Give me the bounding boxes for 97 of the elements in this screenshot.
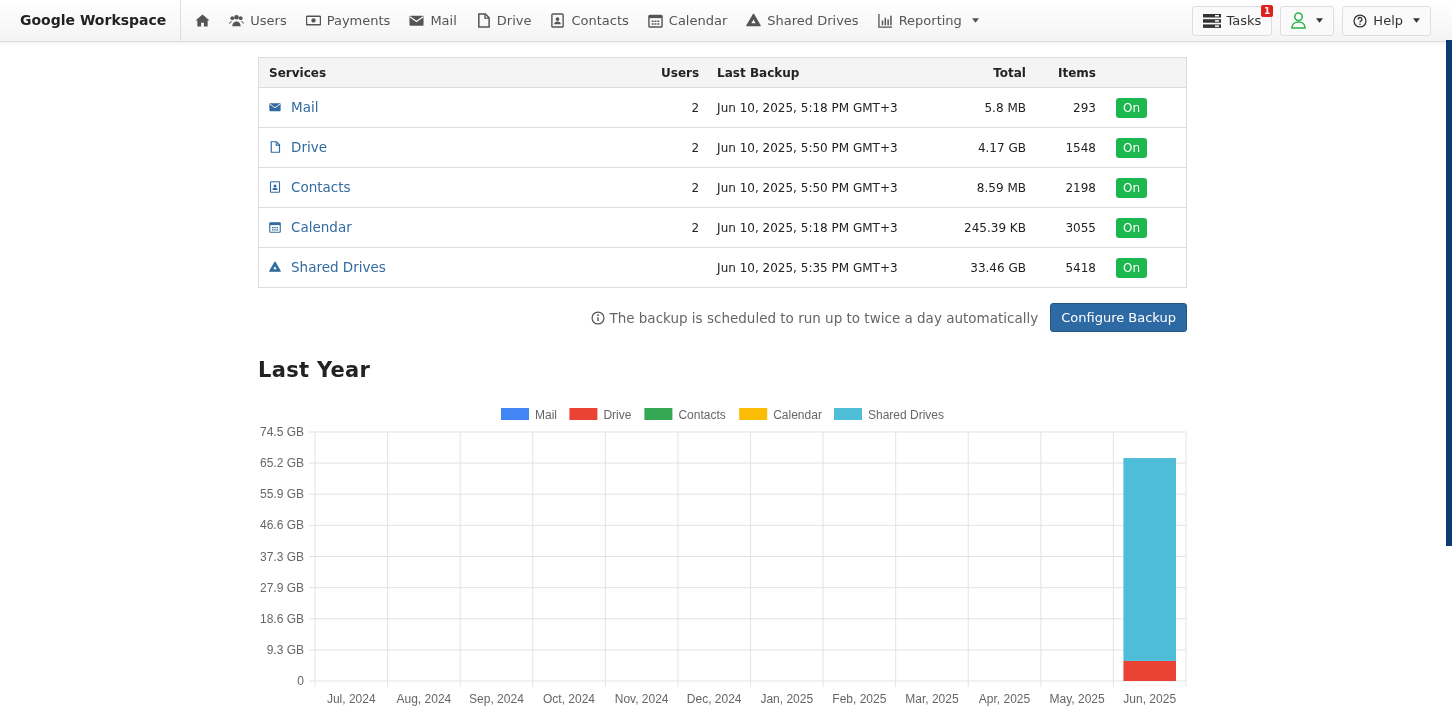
legend-label: Shared Drives — [868, 407, 945, 422]
x-axis-label: Oct, 2024 — [543, 692, 596, 706]
server-stack-icon — [1202, 13, 1221, 28]
nav-link[interactable]: Shared Drives — [746, 13, 859, 28]
user-menu-button[interactable] — [1280, 5, 1335, 36]
legend-label: Contacts — [678, 407, 726, 422]
schedule-note: The backup is scheduled to run up to twice a day automatically — [609, 309, 1039, 326]
nav-link[interactable]: Mail — [409, 13, 457, 28]
nav-link[interactable]: Reporting — [877, 13, 979, 28]
contact-card-icon — [550, 13, 566, 28]
table-cell: 2 — [639, 87, 710, 128]
user-icon — [1291, 12, 1307, 29]
x-axis-label: Nov, 2024 — [614, 692, 669, 706]
y-axis-label: 46.6 GB — [259, 518, 304, 533]
table-cell: Jun 10, 2025, 5:35 PM GMT+3 — [709, 247, 938, 288]
table-cell: 5418 — [1035, 247, 1106, 288]
brand-title[interactable]: Google Workspace — [0, 0, 182, 41]
table-cell: 2 — [639, 167, 710, 208]
table-cell: Jun 10, 2025, 5:18 PM GMT+3 — [709, 87, 938, 128]
configure-backup-button[interactable]: Configure Backup — [1050, 303, 1187, 332]
table-cell: 2 — [639, 207, 710, 248]
x-axis-label: May, 2025 — [1049, 692, 1105, 706]
y-axis-label: 18.6 GB — [259, 611, 304, 626]
calendar-icon — [647, 13, 663, 28]
column-header: Users — [639, 57, 710, 88]
bar-chart-icon — [877, 13, 893, 28]
triangle-icon — [269, 261, 281, 273]
x-axis-label: Apr, 2025 — [978, 692, 1031, 706]
legend-item[interactable]: Calendar — [739, 407, 822, 422]
nav-link[interactable]: Drive — [475, 13, 532, 28]
triangle-icon — [746, 13, 762, 28]
table-cell: 1548 — [1035, 127, 1106, 168]
caret-icon — [1316, 18, 1324, 23]
legend-item[interactable]: Mail — [501, 407, 557, 422]
home-icon — [195, 13, 211, 28]
legend-item[interactable]: Drive — [569, 407, 632, 422]
nav-link[interactable]: Payments — [305, 13, 391, 28]
table-cell: Jun 10, 2025, 5:18 PM GMT+3 — [709, 207, 938, 248]
envelope-icon — [409, 13, 425, 28]
y-axis-label: 65.2 GB — [259, 456, 304, 471]
service-link[interactable]: Contacts — [269, 179, 351, 195]
help-button[interactable]: Help — [1342, 5, 1431, 36]
calendar-icon — [269, 221, 281, 233]
contact-card-icon — [269, 181, 281, 193]
nav-link[interactable]: Contacts — [550, 13, 629, 28]
banknote-icon — [305, 13, 321, 28]
envelope-icon — [269, 101, 281, 113]
table-cell: 3055 — [1035, 207, 1106, 248]
legend-label: Mail — [535, 407, 558, 422]
x-axis-label: Jul, 2024 — [326, 692, 376, 706]
x-axis-label: Aug, 2024 — [396, 692, 452, 706]
x-axis-label: Mar, 2025 — [905, 692, 959, 706]
column-header: Items — [1035, 57, 1106, 88]
x-axis-label: Sep, 2024 — [469, 692, 524, 706]
table-cell: 4.17 GB — [937, 127, 1036, 168]
legend-label: Drive — [603, 407, 632, 422]
x-axis-label: Dec, 2024 — [686, 692, 742, 706]
table-cell: 2198 — [1035, 167, 1106, 208]
y-axis-label: 0 — [297, 674, 304, 688]
table-cell: 2 — [639, 127, 710, 168]
column-header: Services — [258, 57, 639, 88]
service-link[interactable]: Mail — [269, 99, 319, 115]
info-icon — [591, 310, 606, 325]
table-cell: 33.46 GB — [937, 247, 1036, 288]
table-cell: 293 — [1035, 87, 1106, 128]
y-axis-label: 55.9 GB — [259, 487, 304, 502]
legend-label: Calendar — [773, 407, 822, 422]
document-icon — [269, 141, 281, 153]
users-icon — [229, 13, 245, 28]
service-link[interactable]: Shared Drives — [269, 259, 386, 275]
nav-link[interactable]: Calendar — [647, 13, 728, 28]
y-axis-label: 37.3 GB — [259, 549, 304, 564]
y-axis-label: 74.5 GB — [259, 425, 304, 439]
help-icon — [1353, 13, 1368, 28]
y-axis-label: 27.9 GB — [259, 580, 304, 595]
x-axis-label: Jan, 2025 — [760, 692, 814, 706]
table-cell: 8.59 MB — [937, 167, 1036, 208]
legend-item[interactable]: Contacts — [644, 407, 726, 422]
column-header: Last Backup — [709, 57, 938, 88]
notification-badge: 1 — [1261, 4, 1274, 17]
caret-icon — [1413, 18, 1420, 23]
table-cell: 5.8 MB — [937, 87, 1036, 128]
nav-link[interactable]: Users — [229, 13, 287, 28]
column-header: Total — [937, 57, 1036, 88]
x-axis-label: Jun, 2025 — [1123, 692, 1177, 706]
service-link[interactable]: Calendar — [269, 219, 352, 235]
tasks-button[interactable]: Tasks 1 — [1191, 5, 1273, 36]
home-link[interactable] — [195, 13, 211, 28]
service-link[interactable]: Drive — [269, 139, 327, 155]
table-cell: Jun 10, 2025, 5:50 PM GMT+3 — [709, 127, 938, 168]
y-axis-label: 9.3 GB — [266, 642, 304, 657]
table-cell: 245.39 KB — [937, 207, 1036, 248]
section-title: Last Year — [258, 358, 372, 382]
x-axis-label: Feb, 2025 — [832, 692, 887, 706]
document-icon — [475, 13, 491, 28]
table-cell: Jun 10, 2025, 5:50 PM GMT+3 — [709, 167, 938, 208]
legend-item[interactable]: Shared Drives — [834, 407, 945, 422]
